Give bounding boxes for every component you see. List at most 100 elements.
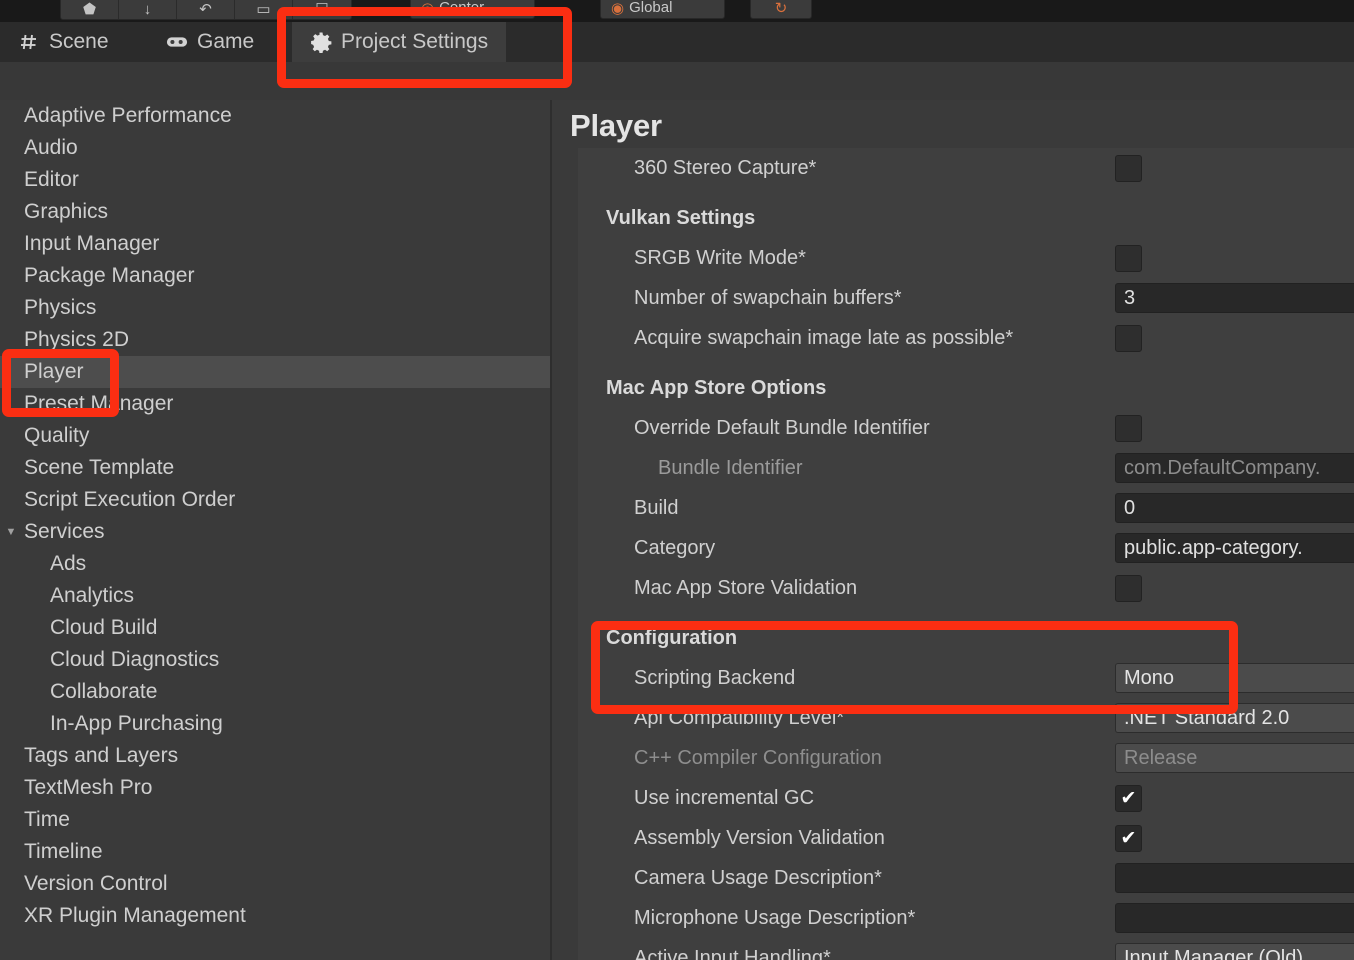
tab-game[interactable]: Game (148, 22, 272, 62)
checkbox-use-incremental-gc[interactable]: ✔ (1115, 784, 1142, 812)
sidebar-item-services[interactable]: ▼ Services (0, 516, 550, 548)
sidebar-item-graphics[interactable]: Graphics (0, 196, 550, 228)
sidebar-item-row[interactable]: Adaptive Performance (0, 100, 550, 132)
sidebar-item-row[interactable]: Tags and Layers (0, 740, 550, 772)
sidebar-item-row[interactable]: Version Control (0, 868, 550, 900)
sidebar-item-row[interactable]: TextMesh Pro (0, 772, 550, 804)
sidebar-item-row[interactable]: Physics 2D (0, 324, 550, 356)
hand-tool-button[interactable]: ⬟ (61, 0, 119, 19)
settings-row-c++-compiler-configuration[interactable]: C++ Compiler Configuration Release (578, 738, 1354, 778)
sidebar-item-scene-template[interactable]: Scene Template (0, 452, 550, 484)
player-settings-inspector[interactable]: 360 Stereo Capture* Vulkan Settings SRGB W… (578, 148, 1354, 960)
chevron-down-icon[interactable]: ▼ (4, 525, 18, 539)
sidebar-item-in-app-purchasing[interactable]: In-App Purchasing (0, 708, 550, 740)
sidebar-item-player[interactable]: Player (0, 356, 550, 388)
sidebar-item-analytics[interactable]: Analytics (0, 580, 550, 612)
dropdown-api-compatibility-level[interactable]: .NET Standard 2.0 (1115, 703, 1354, 733)
settings-row-bundle-identifier[interactable]: Bundle Identifier com.DefaultCompany. (578, 448, 1354, 488)
rect-tool-button[interactable]: ▭ (235, 0, 293, 19)
settings-row-api-compatibility-level[interactable]: Api Compatibility Level* .NET Standard 2.… (578, 698, 1354, 738)
sidebar-item-input-manager[interactable]: Input Manager (0, 228, 550, 260)
checkbox-srgb-write-mode[interactable] (1115, 244, 1142, 272)
sidebar-item-preset-manager[interactable]: Preset Manager (0, 388, 550, 420)
sidebar-item-row[interactable]: Cloud Build (0, 612, 550, 644)
sidebar-item-quality[interactable]: Quality (0, 420, 550, 452)
checkbox-360-stereo-capture[interactable] (1115, 154, 1142, 182)
text-input-build[interactable]: 0 (1115, 493, 1354, 523)
sidebar-item-physics-2d[interactable]: Physics 2D (0, 324, 550, 356)
settings-row-build[interactable]: Build 0 (578, 488, 1354, 528)
text-input-category[interactable]: public.app-category. (1115, 533, 1354, 563)
text-input-bundle-identifier[interactable]: com.DefaultCompany. (1115, 453, 1354, 483)
scale-tool-button[interactable]: ☐ (293, 0, 351, 19)
sidebar-item-physics[interactable]: Physics (0, 292, 550, 324)
sidebar-item-row[interactable]: Services (0, 516, 550, 548)
tab-scene[interactable]: Scene (0, 22, 127, 62)
sidebar-item-row[interactable]: XR Plugin Management (0, 900, 550, 932)
pivot-mode-button[interactable]: ◎ Center (410, 0, 535, 19)
sidebar-item-row[interactable]: Preset Manager (0, 388, 550, 420)
sidebar-item-tags-and-layers[interactable]: Tags and Layers (0, 740, 550, 772)
settings-row-category[interactable]: Category public.app-category. (578, 528, 1354, 568)
checkbox-override-default-bundle-identifier[interactable] (1115, 414, 1142, 442)
text-input-camera-usage-description[interactable] (1115, 863, 1354, 893)
settings-row-srgb-write-mode[interactable]: SRGB Write Mode* (578, 238, 1354, 278)
settings-row-microphone-usage-description[interactable]: Microphone Usage Description* (578, 898, 1354, 938)
sidebar-item-version-control[interactable]: Version Control (0, 868, 550, 900)
settings-row-override-default-bundle-identifier[interactable]: Override Default Bundle Identifier (578, 408, 1354, 448)
sidebar-item-row[interactable]: Graphics (0, 196, 550, 228)
text-input-microphone-usage-description[interactable] (1115, 903, 1354, 933)
sidebar-item-row[interactable]: Editor (0, 164, 550, 196)
dropdown-c++-compiler-configuration[interactable]: Release (1115, 743, 1354, 773)
sidebar-item-timeline[interactable]: Timeline (0, 836, 550, 868)
sidebar-item-row[interactable]: Ads (0, 548, 550, 580)
checkbox-mac-app-store-validation[interactable] (1115, 574, 1142, 602)
sidebar-item-ads[interactable]: Ads (0, 548, 550, 580)
sidebar-item-row[interactable]: Input Manager (0, 228, 550, 260)
sidebar-item-package-manager[interactable]: Package Manager (0, 260, 550, 292)
dropdown-active-input-handling[interactable]: Input Manager (Old) (1115, 943, 1354, 960)
sidebar-item-row[interactable]: Cloud Diagnostics (0, 644, 550, 676)
sidebar-item-textmesh-pro[interactable]: TextMesh Pro (0, 772, 550, 804)
settings-row-active-input-handling[interactable]: Active Input Handling* Input Manager (Old… (578, 938, 1354, 960)
sidebar-item-cloud-build[interactable]: Cloud Build (0, 612, 550, 644)
sidebar-item-row[interactable]: In-App Purchasing (0, 708, 550, 740)
sidebar-item-row[interactable]: Script Execution Order (0, 484, 550, 516)
settings-row-acquire-swapchain-image-late-as-possible[interactable]: Acquire swapchain image late as possible… (578, 318, 1354, 358)
settings-category-list[interactable]: Adaptive Performance Audio Editor Graphics I… (0, 100, 550, 960)
settings-row-use-incremental-gc[interactable]: Use incremental GC ✔ (578, 778, 1354, 818)
sidebar-item-audio[interactable]: Audio (0, 132, 550, 164)
sidebar-item-row[interactable]: Physics (0, 292, 550, 324)
settings-row-mac-app-store-validation[interactable]: Mac App Store Validation (578, 568, 1354, 608)
handle-rotation-button[interactable]: ◉ Global (600, 0, 725, 19)
sidebar-item-adaptive-performance[interactable]: Adaptive Performance (0, 100, 550, 132)
sidebar-item-row[interactable]: Quality (0, 420, 550, 452)
settings-row-number-of-swapchain-buffers[interactable]: Number of swapchain buffers* 3 (578, 278, 1354, 318)
sidebar-item-row[interactable]: Player (0, 356, 550, 388)
settings-row-camera-usage-description[interactable]: Camera Usage Description* (578, 858, 1354, 898)
settings-row-scripting-backend[interactable]: Scripting Backend Mono (578, 658, 1354, 698)
sidebar-item-row[interactable]: Analytics (0, 580, 550, 612)
dropdown-scripting-backend[interactable]: Mono (1115, 663, 1354, 693)
settings-row-assembly-version-validation[interactable]: Assembly Version Validation ✔ (578, 818, 1354, 858)
sidebar-item-cloud-diagnostics[interactable]: Cloud Diagnostics (0, 644, 550, 676)
settings-row-360-stereo-capture[interactable]: 360 Stereo Capture* (578, 148, 1354, 188)
sidebar-item-row[interactable]: Time (0, 804, 550, 836)
sidebar-item-row[interactable]: Collaborate (0, 676, 550, 708)
sidebar-item-script-execution-order[interactable]: Script Execution Order (0, 484, 550, 516)
move-tool-button[interactable]: ↓ (119, 0, 177, 19)
rotate-tool-button[interactable]: ↶ (177, 0, 235, 19)
sidebar-item-row[interactable]: Package Manager (0, 260, 550, 292)
sidebar-item-editor[interactable]: Editor (0, 164, 550, 196)
sidebar-item-time[interactable]: Time (0, 804, 550, 836)
checkbox-acquire-swapchain-image-late-as-possible[interactable] (1115, 324, 1142, 352)
sidebar-item-xr-plugin-management[interactable]: XR Plugin Management (0, 900, 550, 932)
sidebar-item-collaborate[interactable]: Collaborate (0, 676, 550, 708)
sidebar-item-row[interactable]: Timeline (0, 836, 550, 868)
tab-project-settings[interactable]: Project Settings (292, 22, 507, 62)
account-button[interactable]: ↻ (750, 0, 812, 19)
sidebar-item-row[interactable]: Audio (0, 132, 550, 164)
text-input-number-of-swapchain-buffers[interactable]: 3 (1115, 283, 1354, 313)
checkbox-assembly-version-validation[interactable]: ✔ (1115, 824, 1142, 852)
sidebar-item-row[interactable]: Scene Template (0, 452, 550, 484)
